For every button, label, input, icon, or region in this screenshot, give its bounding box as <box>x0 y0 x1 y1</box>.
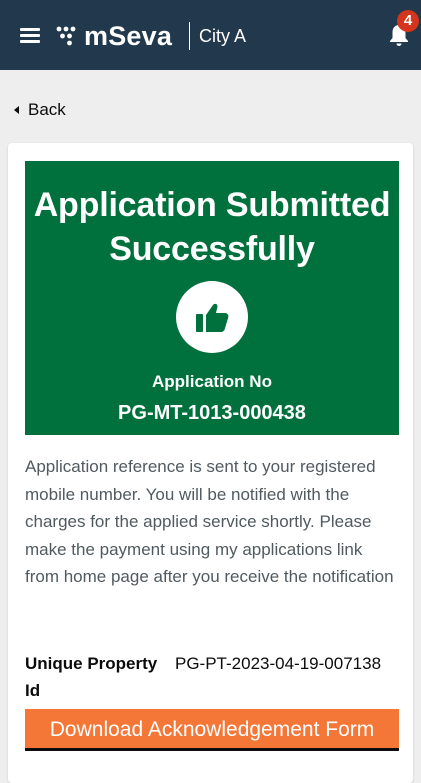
back-link[interactable]: Back <box>14 100 66 120</box>
back-label: Back <box>28 100 66 119</box>
banner-title-line2: Successfully <box>109 230 315 268</box>
info-message: Application reference is sent to your re… <box>25 457 394 586</box>
brand-name: mSeva <box>84 21 173 51</box>
thumbs-up-icon <box>176 281 248 353</box>
unique-property-id-value: PG-PT-2023-04-19-007138 <box>175 654 382 673</box>
notification-count-badge[interactable]: 4 <box>397 10 419 32</box>
success-banner: Application Submitted Successfully Appli… <box>25 161 399 435</box>
banner-title: Application Submitted Successfully <box>25 183 399 271</box>
application-no-value: PG-MT-1013-000438 <box>118 402 306 424</box>
caret-left-icon <box>14 106 19 114</box>
hamburger-menu-icon[interactable] <box>20 28 40 43</box>
logo-divider <box>189 22 190 50</box>
city-name: City A <box>199 26 247 46</box>
download-acknowledgement-button[interactable]: Download Acknowledgement Form <box>25 709 399 751</box>
mseva-logo-icon <box>56 26 76 46</box>
confirmation-card: Application Submitted Successfully Appli… <box>8 143 413 783</box>
banner-title-line1: Application Submitted <box>33 186 391 224</box>
mseva-logo: mSeva <box>56 20 172 52</box>
application-no-label: Application No <box>152 372 272 391</box>
top-app-bar: mSeva City A 4 <box>0 0 421 70</box>
unique-property-id-label: Unique Property Id <box>25 654 158 700</box>
